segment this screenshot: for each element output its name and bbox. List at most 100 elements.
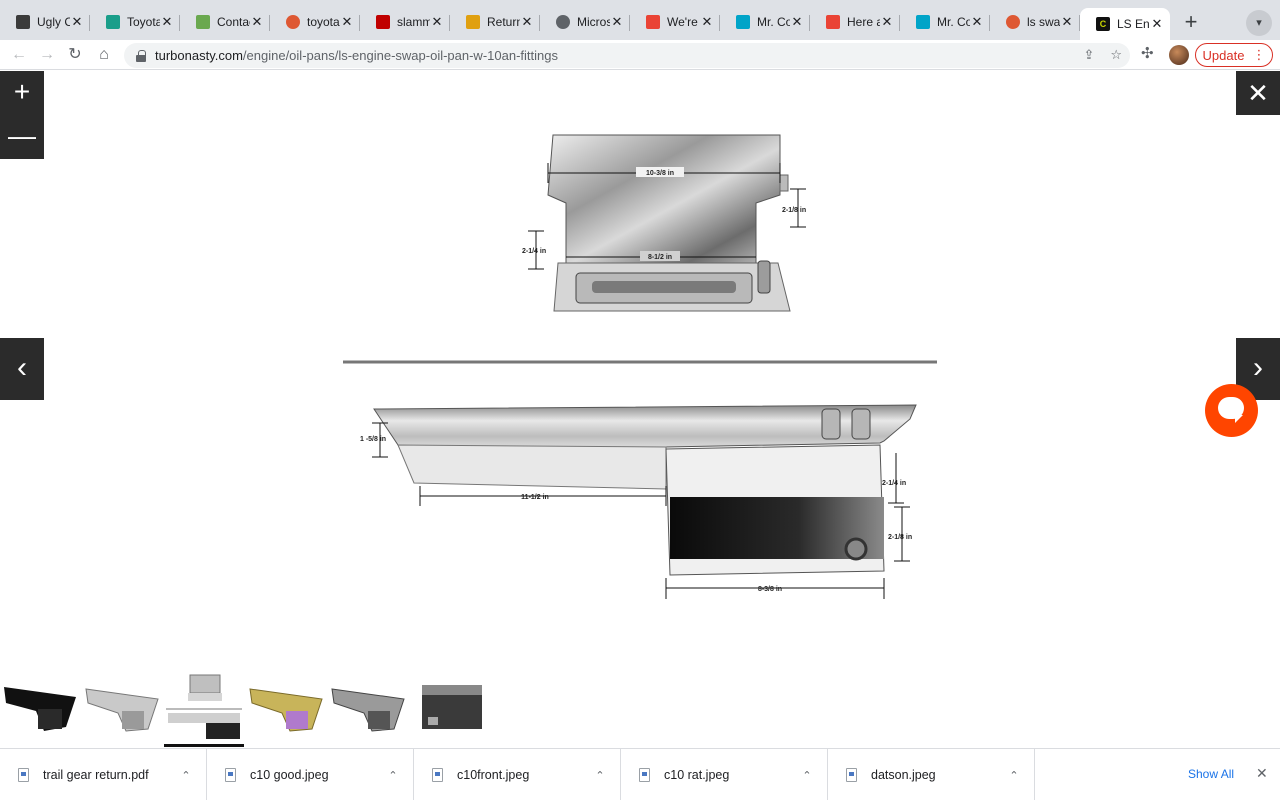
profile-avatar[interactable] — [1169, 45, 1189, 65]
tab-close-icon[interactable]: ✕ — [1060, 14, 1074, 30]
tab-4[interactable]: slamm ✕ — [360, 8, 450, 36]
thumbnail-2[interactable] — [82, 669, 162, 747]
browser-window: Ugly C ✕ Toyota ✕ Contac ✕ toyota ✕ slam… — [0, 0, 1280, 800]
chevron-up-icon[interactable]: ⌃ — [1004, 769, 1024, 782]
c-logo-icon — [916, 15, 930, 29]
tab-close-icon[interactable]: ✕ — [250, 14, 264, 30]
tab-3[interactable]: toyota ✕ — [270, 8, 360, 36]
tab-close-icon[interactable]: ✕ — [970, 14, 984, 30]
thumbnail-5[interactable] — [328, 669, 408, 747]
show-all-downloads-link[interactable]: Show All — [1188, 767, 1234, 781]
zoom-in-button[interactable]: + — [0, 71, 44, 115]
more-menu-icon: ⋮ — [1252, 47, 1266, 62]
url-path: /engine/oil-pans/ls-engine-swap-oil-pan-… — [242, 48, 558, 63]
address-bar[interactable]: turbonasty.com/engine/oil-pans/ls-engine… — [124, 43, 1130, 68]
back-arrow-icon: ← — [11, 46, 27, 63]
globe-icon — [556, 15, 570, 29]
tab-close-icon[interactable]: ✕ — [70, 14, 84, 30]
thumbnail-3-active[interactable] — [164, 669, 244, 747]
dim-right-height: 2-1/8 in — [782, 207, 806, 214]
tab-close-icon[interactable]: ✕ — [700, 14, 714, 30]
download-item[interactable]: c10 good.jpeg ⌃ — [207, 749, 414, 800]
download-item[interactable]: c10 rat.jpeg ⌃ — [621, 749, 828, 800]
forward-button[interactable]: → — [36, 44, 58, 66]
download-item[interactable]: c10front.jpeg ⌃ — [414, 749, 621, 800]
chat-bubble-icon[interactable] — [1205, 384, 1258, 437]
tab-strip: Ugly C ✕ Toyota ✕ Contac ✕ toyota ✕ slam… — [0, 0, 1280, 40]
extensions-puzzle-icon[interactable]: ✣ — [1141, 44, 1154, 62]
chevron-up-icon[interactable]: ⌃ — [590, 769, 610, 782]
photo-icon — [16, 15, 30, 29]
download-item[interactable]: trail gear return.pdf ⌃ — [0, 749, 207, 800]
update-button[interactable]: Update ⋮ — [1195, 43, 1273, 67]
download-filename: c10 rat.jpeg — [664, 768, 730, 782]
tab-title: We're — [667, 15, 698, 29]
tab-close-icon[interactable]: ✕ — [520, 14, 534, 30]
close-downloads-icon[interactable]: ✕ — [1256, 765, 1268, 782]
tab-search-button[interactable]: ▾ — [1246, 10, 1272, 36]
tab-1[interactable]: Toyota ✕ — [90, 8, 180, 36]
tab-title: Here a — [847, 15, 880, 29]
dim-front-length: 11-1/2 in — [521, 494, 549, 501]
chevron-up-icon[interactable]: ⌃ — [176, 769, 196, 782]
d-logo-icon — [376, 15, 390, 29]
tab-close-icon[interactable]: ✕ — [880, 14, 894, 30]
tab-close-icon[interactable]: ✕ — [340, 14, 354, 30]
tab-close-icon[interactable]: ✕ — [1150, 16, 1164, 32]
url-text: turbonasty.com/engine/oil-pans/ls-engine… — [155, 48, 558, 63]
tab-8[interactable]: Mr. Co ✕ — [720, 8, 810, 36]
dim-left-height: 2-1/4 in — [522, 248, 546, 255]
tab-close-icon[interactable]: ✕ — [790, 14, 804, 30]
bookmark-star-icon[interactable]: ☆ — [1110, 47, 1122, 63]
lightbox-close-button[interactable]: ✕ — [1236, 71, 1280, 115]
tab-title: toyota — [307, 15, 340, 29]
tab-10[interactable]: Mr. Co ✕ — [900, 8, 990, 36]
tab-close-icon[interactable]: ✕ — [160, 14, 174, 30]
tab-5[interactable]: Return ✕ — [450, 8, 540, 36]
forum-icon — [106, 15, 120, 29]
chevron-up-icon[interactable]: ⌃ — [797, 769, 817, 782]
leaf-icon — [196, 15, 210, 29]
thumbnail-1[interactable] — [0, 669, 80, 747]
thumbnail-4[interactable] — [246, 669, 326, 747]
share-icon[interactable]: ⇪ — [1083, 47, 1094, 63]
new-tab-button[interactable]: + — [1178, 10, 1204, 36]
update-label: Update — [1202, 47, 1245, 63]
tab-title: Ugly C — [37, 15, 70, 29]
prev-image-button[interactable]: ‹ — [0, 338, 44, 400]
back-button[interactable]: ← — [8, 44, 30, 66]
dim-sump-width: 8-3/8 in — [758, 586, 782, 593]
tab-title: Contac — [217, 15, 250, 29]
chevron-up-icon[interactable]: ⌃ — [383, 769, 403, 782]
tg-logo-icon — [466, 15, 480, 29]
home-icon: ⌂ — [99, 46, 109, 63]
download-filename: c10front.jpeg — [457, 768, 530, 782]
tab-0[interactable]: Ugly C ✕ — [0, 8, 90, 36]
tab-12-active[interactable]: C LS Eng ✕ — [1080, 8, 1170, 40]
file-icon — [846, 768, 857, 782]
tab-close-icon[interactable]: ✕ — [610, 14, 624, 30]
tab-6[interactable]: Micros ✕ — [540, 8, 630, 36]
reload-button[interactable]: ↻ — [64, 44, 86, 66]
download-item[interactable]: datson.jpeg ⌃ — [828, 749, 1035, 800]
top-view: 10-3/8 in 2-1/8 in 2-1/4 in 8-1/2 in — [522, 134, 806, 312]
image-lightbox: + — ✕ ‹ › 10-3/8 in 2-1/8 in 2-1/4 in 8-… — [0, 71, 1280, 748]
tab-close-icon[interactable]: ✕ — [430, 14, 444, 30]
tab-2[interactable]: Contac ✕ — [180, 8, 270, 36]
thumbnail-6[interactable] — [410, 669, 490, 747]
omnibox-actions: ⇪ ☆ — [1083, 47, 1122, 63]
tab-7[interactable]: We're ✕ — [630, 8, 720, 36]
duckduckgo-icon — [1006, 15, 1020, 29]
file-icon — [225, 768, 236, 782]
home-button[interactable]: ⌂ — [93, 44, 115, 66]
zoom-out-button[interactable]: — — [0, 115, 44, 159]
duckduckgo-icon — [286, 15, 300, 29]
dim-side-left-height: 1 -5/8 in — [360, 436, 386, 443]
file-icon — [639, 768, 650, 782]
tab-title: Return — [487, 15, 520, 29]
browser-toolbar: ← → ↻ ⌂ turbonasty.com/engine/oil-pans/l… — [0, 40, 1280, 70]
dim-sump-lower: 2-1/8 in — [888, 534, 912, 541]
tab-11[interactable]: ls swa ✕ — [990, 8, 1080, 36]
file-icon — [432, 768, 443, 782]
tab-9[interactable]: Here a ✕ — [810, 8, 900, 36]
